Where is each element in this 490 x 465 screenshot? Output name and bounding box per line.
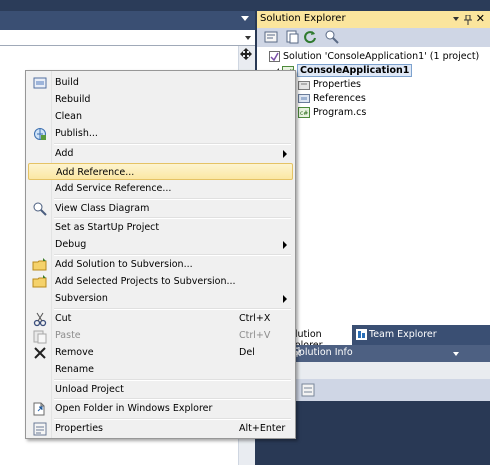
ide-top-bar	[0, 0, 490, 11]
properties-folder-icon	[298, 79, 310, 90]
editor-tab-strip	[0, 11, 255, 30]
refresh-icon[interactable]	[303, 30, 317, 44]
split-editor-handle-icon[interactable]	[240, 48, 252, 60]
menu-item-set-startup[interactable]: Set as StartUp Project	[28, 219, 293, 236]
cut-icon	[32, 311, 48, 327]
menu-item-add-service-reference[interactable]: Add Service Reference...	[28, 180, 293, 197]
folder-icon	[32, 274, 48, 290]
submenu-arrow-icon	[283, 241, 287, 249]
menu-item-cut[interactable]: Cut Ctrl+X	[28, 310, 293, 327]
tab-label: Team Explorer	[369, 329, 437, 340]
chevron-down-icon[interactable]	[245, 36, 251, 40]
menu-item-view-class-diagram[interactable]: View Class Diagram	[28, 200, 293, 217]
pin-icon[interactable]	[464, 15, 472, 25]
folder-icon	[32, 257, 48, 273]
menu-item-publish[interactable]: Publish...	[28, 125, 293, 142]
tree-item-label: Program.cs	[313, 107, 367, 118]
tree-item-label: Properties	[313, 79, 362, 90]
solution-icon	[269, 51, 280, 62]
menu-item-unload-project[interactable]: Unload Project	[28, 381, 293, 398]
close-icon[interactable]: ✕	[293, 347, 485, 360]
remove-icon	[32, 345, 48, 361]
menu-item-build[interactable]: Build	[28, 74, 293, 91]
project-node-label: ConsoleApplication1	[297, 64, 413, 77]
properties-icon	[32, 421, 48, 437]
solution-explorer-title: Solution Explorer	[260, 13, 346, 24]
class-diagram-icon	[32, 201, 48, 217]
menu-item-debug[interactable]: Debug	[28, 236, 293, 253]
solution-node-label: Solution 'ConsoleApplication1' (1 projec…	[283, 51, 480, 62]
tree-item-references[interactable]: References	[298, 92, 366, 106]
member-navigation-combo[interactable]	[0, 30, 255, 46]
view-class-diagram-icon[interactable]	[325, 30, 339, 44]
solution-explorer-toolbar	[257, 28, 490, 47]
menu-item-open-folder[interactable]: Open Folder in Windows Explorer	[28, 400, 293, 417]
solution-explorer-title-bar: Solution Explorer ✕	[257, 11, 490, 28]
close-icon[interactable]: ✕	[476, 12, 485, 25]
menu-item-add-reference[interactable]: Add Reference...	[28, 163, 293, 180]
menu-item-add-projects-subversion[interactable]: Add Selected Projects to Subversion...	[28, 273, 293, 290]
menu-item-add-solution-subversion[interactable]: Add Solution to Subversion...	[28, 256, 293, 273]
project-context-menu: Build Rebuild Clean Publish... Add Add R…	[25, 70, 296, 439]
references-icon	[298, 93, 310, 104]
show-all-files-icon[interactable]	[285, 30, 299, 44]
menu-item-remove[interactable]: Remove Del	[28, 344, 293, 361]
publish-icon	[32, 126, 48, 142]
menu-item-rebuild[interactable]: Rebuild	[28, 91, 293, 108]
menu-item-rename[interactable]: Rename	[28, 361, 293, 378]
csharp-file-icon: c#	[298, 107, 310, 118]
svg-text:c#: c#	[300, 110, 308, 117]
menu-item-add[interactable]: Add	[28, 145, 293, 162]
tree-item-solution[interactable]: Solution 'ConsoleApplication1' (1 projec…	[269, 50, 479, 64]
submenu-arrow-icon	[283, 150, 287, 158]
tab-list-dropdown-icon[interactable]	[241, 16, 249, 21]
open-folder-icon	[32, 401, 48, 417]
build-icon	[32, 75, 48, 91]
submenu-arrow-icon	[283, 295, 287, 303]
tab-team-explorer[interactable]: Team Explorer	[354, 325, 444, 345]
menu-item-properties[interactable]: Properties Alt+Enter	[28, 420, 293, 437]
property-pages-icon[interactable]	[301, 383, 315, 397]
paste-icon	[32, 328, 48, 344]
tree-item-label: References	[313, 93, 366, 104]
window-position-dropdown-icon[interactable]	[453, 17, 459, 21]
team-explorer-icon	[356, 329, 367, 340]
tree-item-properties[interactable]: Properties	[298, 78, 361, 92]
properties-toolbar-icon[interactable]	[264, 30, 278, 44]
menu-item-clean[interactable]: Clean	[28, 108, 293, 125]
menu-item-paste[interactable]: Paste Ctrl+V	[28, 327, 293, 344]
tree-item-program[interactable]: c# Program.cs	[298, 106, 366, 120]
menu-item-subversion[interactable]: Subversion	[28, 290, 293, 307]
